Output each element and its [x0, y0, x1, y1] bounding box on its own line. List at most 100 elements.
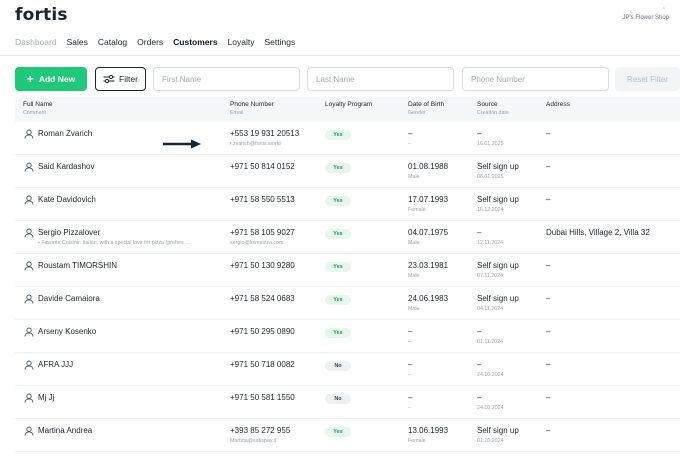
app-logo[interactable]: fortis [15, 5, 68, 25]
date-of-birth-cell: 04.07.1975 Male [408, 228, 448, 246]
source-cell-secondary: 08.01.2025 [477, 174, 504, 180]
source-cell-secondary: 16.01.2025 [477, 141, 504, 147]
loyalty-badge: Yes [325, 163, 351, 173]
filter-bar: + Add New Filter Reset Filter [0, 66, 680, 92]
phone-cell-value: +971 50 130 9280 [230, 261, 295, 270]
nav-item-customers[interactable]: Customers [173, 37, 217, 47]
source-cell-value: Self sign up [477, 162, 519, 171]
address-cell-value: – [546, 426, 551, 435]
date-of-birth-cell: – – [408, 360, 412, 378]
phone-cell-value: +971 58 105 9027 [230, 228, 295, 237]
nav-item-loyalty[interactable]: Loyalty [228, 37, 255, 47]
phone-cell: +971 50 814 0152 [230, 162, 295, 171]
nav-item-dashboard[interactable]: Dashboard [15, 37, 57, 47]
source-cell-secondary: 12.11.2024 [477, 240, 504, 246]
column-header-label: Source [477, 101, 498, 108]
table-row[interactable]: Martina Andrea +393 85 272 955 Martina@sat… [15, 419, 680, 452]
phone-cell: +971 50 718 0082 [230, 360, 295, 369]
phone-cell: +971 50 130 9280 [230, 261, 295, 270]
add-new-button[interactable]: + Add New [15, 67, 87, 91]
column-header-label: Phone Number [230, 101, 274, 108]
table-row[interactable]: Said Kardashov +971 50 814 0152 Yes 01.08.1… [15, 155, 680, 188]
date-of-birth-cell: 13.06.1993 Female [408, 426, 448, 444]
full-name-cell: Arseny Kosenko [38, 327, 223, 336]
date-of-birth-cell: – – [408, 327, 412, 345]
column-header-source: Source Creation date [477, 101, 509, 116]
column-header-label: Loyalty Program [325, 101, 373, 108]
column-header-label: Date of Birth [408, 101, 445, 108]
source-cell: – 16.01.2025 [477, 129, 504, 147]
table-row[interactable]: Sergio Pizzalover • Favorite Cuisine: Ita… [15, 221, 680, 254]
phone-cell: +393 85 272 955 Martina@satispay.it [230, 426, 290, 444]
address-cell: – [546, 393, 550, 402]
phone-cell-value: +971 50 295 0890 [230, 327, 295, 336]
phone-number-input[interactable] [462, 67, 609, 91]
address-cell-value: – [546, 261, 551, 270]
loyalty-badge: Yes [325, 328, 351, 338]
reset-filter-button[interactable]: Reset Filter [615, 67, 680, 91]
table-row[interactable]: Kate Davidovich +971 58 550 5513 Yes 17.07.… [15, 188, 680, 221]
main-nav: Dashboard Sales Catalog Orders Customers Loya… [15, 37, 295, 47]
loyalty-badge: Yes [325, 196, 351, 206]
shop-switcher[interactable]: JP's Flower Shop [623, 15, 670, 21]
date-of-birth-cell-value: 24.06.1983 [408, 294, 449, 303]
full-name-cell: Mj Jj [38, 393, 223, 402]
last-name-input[interactable] [307, 67, 454, 91]
nav-item-catalog[interactable]: Catalog [98, 37, 127, 47]
date-of-birth-cell-secondary: Male [408, 174, 420, 180]
table-header: Full Name Comment Phone Number Email Loyalty… [15, 97, 680, 122]
address-cell: – [546, 360, 550, 369]
phone-cell: +971 58 524 0683 [230, 294, 295, 303]
column-header-label: Address [546, 101, 570, 108]
nav-item-settings[interactable]: Settings [265, 37, 296, 47]
date-of-birth-cell-secondary: Female [408, 207, 426, 213]
full-name-cell-value: Kate Davidovich [38, 195, 96, 204]
date-of-birth-cell-secondary: – [408, 372, 411, 378]
nav-item-orders[interactable]: Orders [137, 37, 163, 47]
full-name-cell: Roman Zvarich [38, 129, 223, 138]
address-cell-value: – [546, 294, 551, 303]
date-of-birth-cell-value: 23.03.1981 [408, 261, 449, 270]
source-cell: – 24.10.2024 [477, 393, 504, 411]
user-icon [24, 294, 34, 304]
source-cell-value: – [477, 327, 482, 336]
first-name-input[interactable] [153, 67, 300, 91]
table-row[interactable]: Roman Zvarich +553 19 931 20513 r.zvarich@… [15, 122, 680, 155]
full-name-cell: Martina Andrea [38, 426, 223, 435]
column-header-sublabel: Gender [408, 110, 426, 116]
loyalty-badge: Yes [325, 229, 351, 239]
loyalty-badge: Yes [325, 295, 351, 305]
table-row[interactable]: Arseny Kosenko +971 50 295 0890 Yes – – –01.1… [15, 320, 680, 353]
source-cell: Self sign up 08.01.2025 [477, 162, 519, 180]
phone-cell-value: +971 50 718 0082 [230, 360, 295, 369]
full-name-cell: Sergio Pizzalover • Favorite Cuisine: Ita… [38, 228, 223, 246]
table-row[interactable]: Davide Camaiora +971 58 524 0683 Yes 24.06.… [15, 287, 680, 320]
date-of-birth-cell-secondary: – [408, 141, 411, 147]
source-cell: Self sign up 01.10.2024 [477, 426, 519, 444]
full-name-cell-value: Arseny Kosenko [38, 327, 97, 336]
column-header-dob: Date of Birth Gender [408, 101, 444, 116]
chevron-up-icon[interactable]: ⌃ [662, 7, 666, 13]
source-cell-value: – [477, 393, 482, 402]
arrow-right-icon [163, 139, 201, 149]
full-name-cell-value: Roman Zvarich [38, 129, 93, 138]
address-cell: – [546, 327, 550, 336]
source-cell-secondary: 16.12.2024 [477, 207, 504, 213]
add-new-label: Add New [38, 74, 76, 84]
source-cell: – 01.11.2024 [477, 327, 503, 345]
nav-item-sales[interactable]: Sales [67, 37, 88, 47]
address-cell: – [546, 129, 550, 138]
table-row[interactable]: AFRA JJJ +971 50 718 0082 No – – –24.10.2024– [15, 353, 680, 386]
date-of-birth-cell-value: – [408, 327, 413, 336]
phone-cell-value: +971 58 524 0683 [230, 294, 295, 303]
user-icon [24, 195, 34, 205]
table-row[interactable]: Roustam TIMORSHIN +971 50 130 9280 Yes 23.0… [15, 254, 680, 287]
full-name-cell: Kate Davidovich [38, 195, 223, 204]
filter-button[interactable]: Filter [95, 67, 146, 91]
table-row[interactable]: Mj Jj +971 50 581 1550 No – – –24.10.2024– [15, 386, 680, 419]
loyalty-badge: Yes [325, 427, 351, 437]
source-cell: Self sign up 16.12.2024 [477, 195, 519, 213]
date-of-birth-cell: 01.08.1988 Male [408, 162, 448, 180]
date-of-birth-cell-value: – [408, 360, 413, 369]
full-name-cell: Said Kardashov [38, 162, 223, 171]
